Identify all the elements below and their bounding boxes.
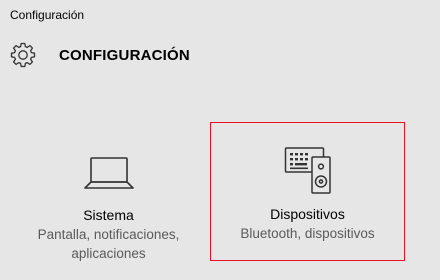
tile-sistema-title: Sistema	[83, 207, 134, 223]
tile-sistema-description: Pantalla, notificaciones, aplicaciones	[37, 227, 180, 261]
tile-dispositivos-title: Dispositivos	[270, 206, 345, 222]
tile-dispositivos-description: Bluetooth, dispositivos	[240, 226, 375, 241]
tile-dispositivos[interactable]: Dispositivos Bluetooth, dispositivos	[210, 122, 405, 261]
devices-icon	[284, 147, 331, 194]
settings-header: CONFIGURACIÓN	[10, 41, 190, 69]
laptop-icon	[83, 157, 134, 189]
page-title: CONFIGURACIÓN	[59, 46, 190, 64]
window-title: Configuración	[10, 8, 85, 22]
gear-icon	[10, 42, 36, 68]
tile-sistema[interactable]: Sistema Pantalla, notificaciones, aplica…	[11, 123, 206, 261]
